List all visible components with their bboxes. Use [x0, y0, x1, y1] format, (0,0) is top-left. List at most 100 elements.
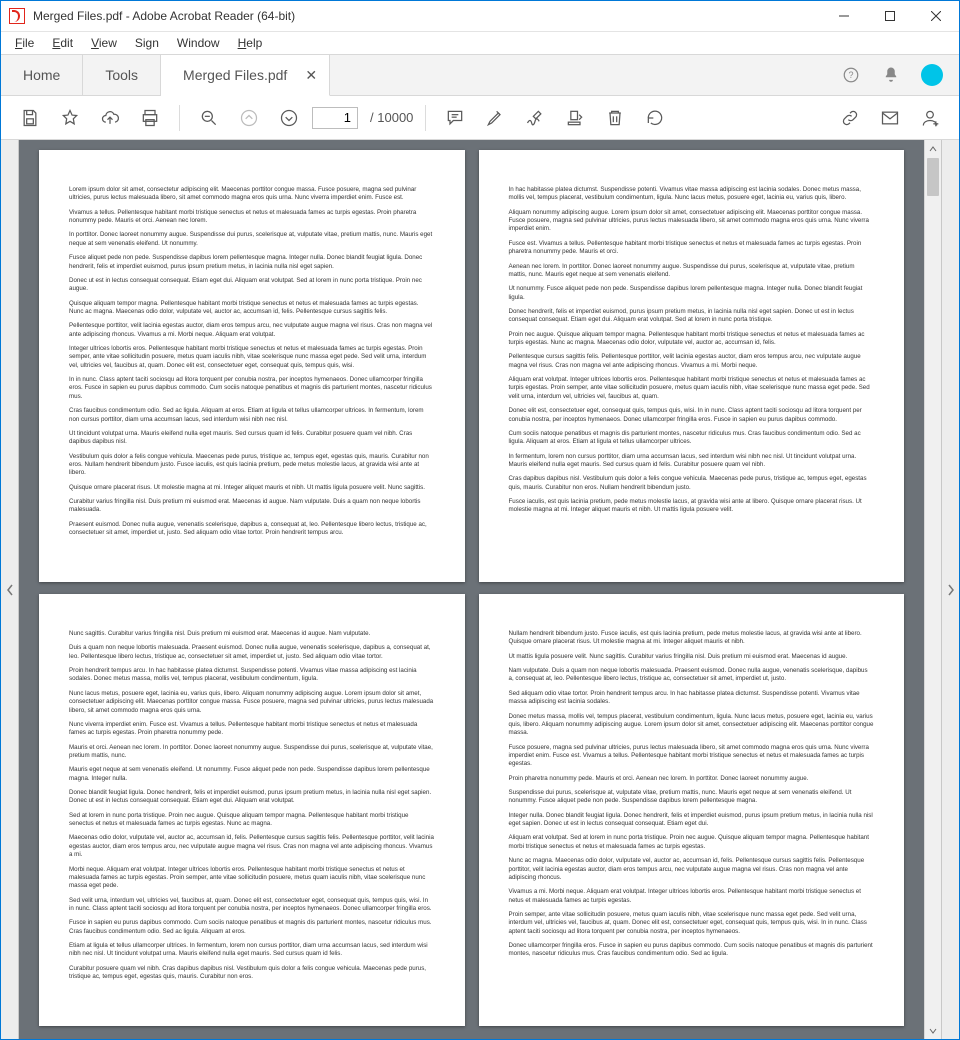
page-paragraph: Mauris et orci. Aenean nec lorem. In por… [69, 744, 435, 761]
menu-edit[interactable]: Edit [44, 34, 81, 52]
page-paragraph: Sed velit urna, interdum vel, ultricies … [69, 897, 435, 914]
page-paragraph: Maecenas odio dolor, vulputate vel, auct… [69, 834, 435, 859]
page-number-input[interactable] [312, 107, 358, 129]
scroll-down-icon[interactable] [925, 1022, 941, 1039]
tab-close-icon[interactable]: ✕ [305, 67, 317, 84]
page-paragraph: Donec blandit feugiat ligula. Donec hend… [69, 789, 435, 806]
minimize-button[interactable] [821, 1, 867, 32]
rotate-icon[interactable] [638, 101, 672, 135]
close-button[interactable] [913, 1, 959, 32]
page-paragraph: Donec ullamcorper fringilla eros. Fusce … [509, 942, 875, 959]
scroll-thumb[interactable] [927, 158, 939, 196]
zoom-out-icon[interactable] [192, 101, 226, 135]
link-icon[interactable] [833, 101, 867, 135]
page-paragraph: Nunc sagittis. Curabitur varius fringill… [69, 630, 435, 638]
page-paragraph: Vestibulum quis dolor a felis congue veh… [69, 453, 435, 478]
toolbar: / 10000 [1, 96, 959, 140]
menu-help[interactable]: Help [230, 34, 271, 52]
page-paragraph: Aliquam nonummy adipiscing augue. Lorem … [509, 209, 875, 234]
page-paragraph: Fusce aliquet pede non pede. Suspendisse… [69, 254, 435, 271]
menu-window[interactable]: Window [169, 34, 228, 52]
comment-icon[interactable] [438, 101, 472, 135]
page-paragraph: Nunc lacus metus, posuere eget, lacinia … [69, 690, 435, 715]
svg-text:?: ? [848, 70, 853, 80]
page-paragraph: Integer ultrices lobortis eros. Pellente… [69, 345, 435, 370]
menu-view[interactable]: View [83, 34, 125, 52]
page-paragraph: Donec ut est in lectus consequat consequ… [69, 277, 435, 294]
page-paragraph: Aliquam erat volutpat. Integer ultrices … [509, 376, 875, 401]
left-panel-toggle[interactable] [1, 140, 19, 1039]
page-paragraph: Proin pharetra nonummy pede. Mauris et o… [509, 775, 875, 783]
maximize-button[interactable] [867, 1, 913, 32]
email-icon[interactable] [873, 101, 907, 135]
page-paragraph: Nam vulputate. Duis a quam non neque lob… [509, 667, 875, 684]
pdf-page[interactable]: Nunc sagittis. Curabitur varius fringill… [39, 594, 465, 1026]
window-title: Merged Files.pdf - Adobe Acrobat Reader … [33, 9, 821, 23]
page-paragraph: Etiam at ligula et tellus ullamcorper ul… [69, 942, 435, 959]
page-paragraph: Vivamus a mi. Morbi neque. Aliquam erat … [509, 888, 875, 905]
page-count: / 10000 [370, 110, 413, 125]
highlight-icon[interactable] [478, 101, 512, 135]
sign-icon[interactable] [518, 101, 552, 135]
page-paragraph: Mauris eget neque at sem venenatis eleif… [69, 766, 435, 783]
page-paragraph: Quisque aliquam tempor magna. Pellentesq… [69, 300, 435, 317]
page-paragraph: In fermentum, lorem non cursus porttitor… [509, 453, 875, 470]
pdf-page[interactable]: In hac habitasse platea dictumst. Suspen… [479, 150, 905, 582]
right-panel-toggle[interactable] [941, 140, 959, 1039]
page-paragraph: Quisque ornare placerat risus. Ut molest… [69, 484, 435, 492]
page-paragraph: Aenean nec lorem. In porttitor. Donec la… [509, 263, 875, 280]
page-paragraph: Duis a quam non neque lobortis malesuada… [69, 644, 435, 661]
avatar[interactable] [921, 64, 943, 86]
page-paragraph: Donec metus massa, mollis vel, tempus pl… [509, 713, 875, 738]
page-paragraph: Fusce est. Vivamus a tellus. Pellentesqu… [509, 240, 875, 257]
tab-document-label: Merged Files.pdf [183, 67, 287, 83]
page-paragraph: Ut tincidunt volutpat urna. Mauris eleif… [69, 430, 435, 447]
page-paragraph: Lorem ipsum dolor sit amet, consectetur … [69, 186, 435, 203]
page-paragraph: Curabitur posuere quam vel nibh. Cras da… [69, 965, 435, 982]
page-paragraph: Nullam hendrerit bibendum justo. Fusce i… [509, 630, 875, 647]
print-icon[interactable] [133, 101, 167, 135]
tab-document[interactable]: Merged Files.pdf ✕ [161, 55, 330, 96]
page-paragraph: Pellentesque porttitor, velit lacinia eg… [69, 322, 435, 339]
separator [425, 105, 426, 131]
pdf-page[interactable]: Nullam hendrerit bibendum justo. Fusce i… [479, 594, 905, 1026]
page-paragraph: Fusce in sapien eu purus dapibus commodo… [69, 919, 435, 936]
app-icon [9, 8, 25, 24]
page-paragraph: Cras dapibus dapibus nisl. Vestibulum qu… [509, 475, 875, 492]
menu-sign[interactable]: Sign [127, 34, 167, 52]
tab-home[interactable]: Home [1, 55, 83, 95]
page-paragraph: Aliquam erat volutpat. Sed at lorem in n… [509, 834, 875, 851]
page-paragraph: Suspendisse dui purus, scelerisque at, v… [509, 789, 875, 806]
page-paragraph: Vivamus a tellus. Pellentesque habitant … [69, 209, 435, 226]
page-paragraph: Donec hendrerit, felis et imperdiet euis… [509, 308, 875, 325]
help-icon[interactable]: ? [841, 65, 861, 85]
page-paragraph: Fusce posuere, magna sed pulvinar ultric… [509, 744, 875, 769]
page-paragraph: Ut nonummy. Fusce aliquet pede non pede.… [509, 285, 875, 302]
page-up-icon[interactable] [232, 101, 266, 135]
page-paragraph: Pellentesque cursus sagittis felis. Pell… [509, 353, 875, 370]
page-paragraph: In hac habitasse platea dictumst. Suspen… [509, 186, 875, 203]
page-paragraph: In in nunc. Class aptent taciti sociosqu… [69, 376, 435, 401]
share-icon[interactable] [913, 101, 947, 135]
document-viewport[interactable]: Lorem ipsum dolor sit amet, consectetur … [19, 140, 924, 1039]
bell-icon[interactable] [881, 65, 901, 85]
vertical-scrollbar[interactable] [924, 140, 941, 1039]
star-icon[interactable] [53, 101, 87, 135]
page-paragraph: Proin semper, ante vitae sollicitudin po… [509, 911, 875, 936]
save-icon[interactable] [13, 101, 47, 135]
stamp-icon[interactable] [558, 101, 592, 135]
page-paragraph: Integer nulla. Donec blandit feugiat lig… [509, 812, 875, 829]
page-paragraph: Praesent euismod. Donec nulla augue, ven… [69, 521, 435, 538]
delete-icon[interactable] [598, 101, 632, 135]
scroll-up-icon[interactable] [925, 140, 941, 157]
menu-file[interactable]: File [7, 34, 42, 52]
pdf-page[interactable]: Lorem ipsum dolor sit amet, consectetur … [39, 150, 465, 582]
menubar: File Edit View Sign Window Help [1, 32, 959, 54]
separator [179, 105, 180, 131]
tab-tools[interactable]: Tools [83, 55, 161, 95]
cloud-upload-icon[interactable] [93, 101, 127, 135]
tabbar: Home Tools Merged Files.pdf ✕ ? [1, 54, 959, 96]
page-down-icon[interactable] [272, 101, 306, 135]
page-paragraph: Cum sociis natoque penatibus et magnis d… [509, 430, 875, 447]
page-paragraph: Sed aliquam odio vitae tortor. Proin hen… [509, 690, 875, 707]
